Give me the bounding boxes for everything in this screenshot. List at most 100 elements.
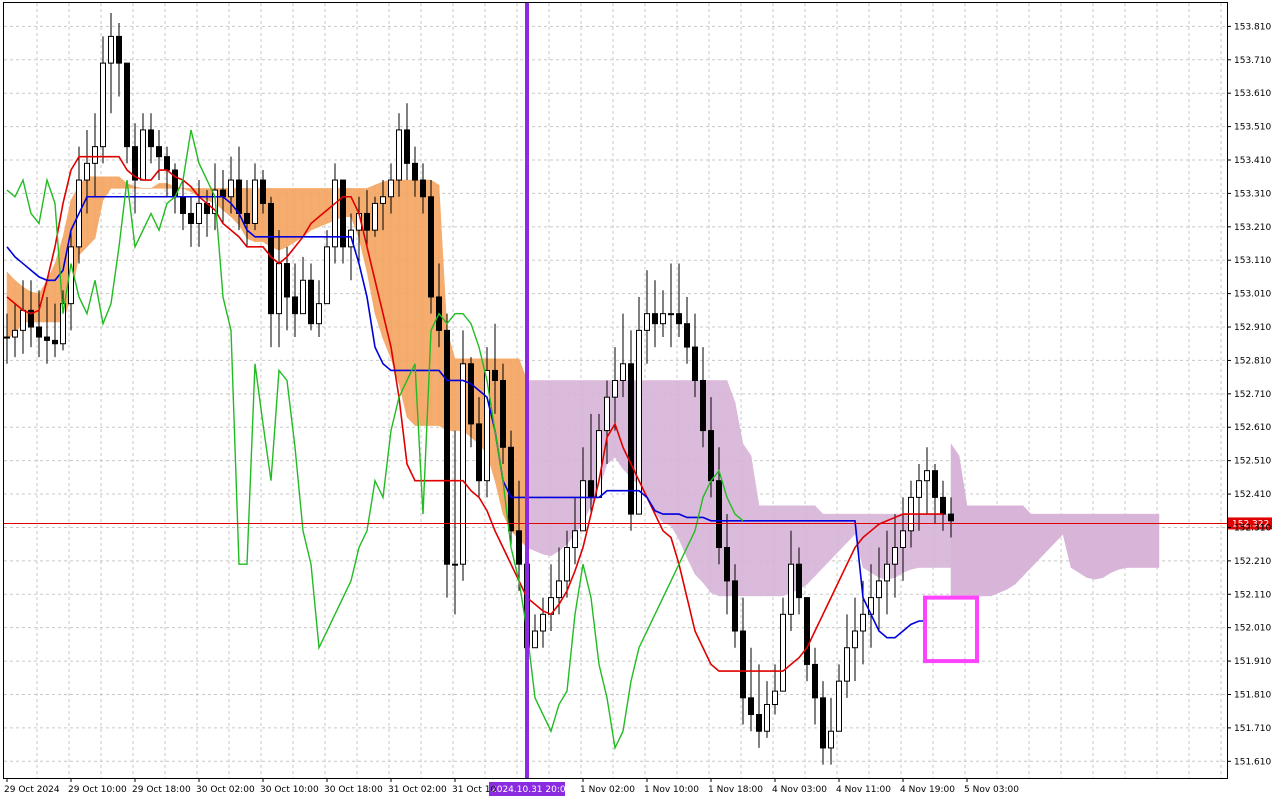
cloud-segment [662,380,672,527]
cloud-future-segment [1110,513,1120,573]
cloud-segment [758,505,768,597]
candle-body [452,563,458,566]
price-tick-label: 151.910 [1234,657,1271,667]
candle-body [812,663,818,699]
candle-body [620,363,626,381]
candle-body [804,597,810,665]
cloud-segment [542,380,552,557]
price-tick-label: 153.310 [1234,189,1271,199]
candle-body [36,326,42,338]
cloud-future-segment [990,505,1000,597]
candle-body [388,179,394,198]
candle-body [852,630,858,649]
candle-body [252,179,258,224]
cloud-segment [558,380,568,552]
cloud-segment [286,188,296,248]
candle-body [532,630,538,649]
candle-body [244,212,250,224]
candle-body [564,547,570,582]
cloud-future-segment [1142,513,1152,568]
cloud-segment [918,513,928,568]
candle-body [924,470,930,482]
cloud-segment [822,513,832,569]
candle-body [20,309,26,331]
candle-body [828,730,834,749]
candlestick-chart[interactable]: 152.3222024.10.31 20:00 153.810153.71015… [0,0,1280,800]
price-tick-label: 153.210 [1234,223,1271,233]
candle-body [668,313,674,316]
price-tick-label: 152.210 [1234,557,1271,567]
time-tick-label: 31 Oct 10 [452,785,496,795]
candle-body [308,279,314,325]
candle-body [700,379,706,432]
candle-body [220,189,226,198]
crosshair-time-label: 2024.10.31 20:00 [491,785,572,795]
price-tick-label: 152.910 [1234,323,1271,333]
candle-body [492,369,498,381]
time-tick-label: 30 Oct 02:00 [196,785,255,795]
candle-body [92,146,98,164]
candle-body [820,697,826,749]
price-tick-label: 153.510 [1234,123,1271,133]
candle-body [884,563,890,582]
candle-body [684,323,690,348]
candle-body [732,580,738,632]
candle-body [628,363,634,515]
candle-body [876,580,882,599]
time-tick-label: 30 Oct 18:00 [324,785,383,795]
cloud-future-segment [1014,505,1024,585]
cloud-segment [774,505,784,597]
price-tick-label: 152.610 [1234,423,1271,433]
candle-body [372,202,378,231]
candle-body [100,62,106,148]
candle-body [52,339,58,345]
cloud-segment [678,380,688,558]
candle-body [844,647,850,682]
price-tick-label: 151.810 [1234,690,1271,700]
candle-body [588,480,594,498]
cloud-segment [310,188,320,231]
candle-body [260,179,266,204]
candle-body [44,336,50,341]
candle-body [276,263,282,315]
candle-body [764,704,770,732]
candle-body [644,313,650,331]
candle-body [196,202,202,224]
candle-body [476,423,482,482]
candle-body [364,212,370,231]
candle-body [836,680,842,732]
cloud-segment [110,176,120,189]
candle-body [572,530,578,549]
candle-body [4,336,10,339]
time-tick-label: 4 Nov 19:00 [900,785,955,795]
cloud-segment [742,443,752,597]
candle-body [468,363,474,425]
cloud-future-segment [1006,505,1016,590]
cloud-segment [550,380,560,557]
cloud-segment [86,176,96,248]
candle-body [148,129,154,148]
price-tick-label: 152.410 [1234,490,1271,500]
price-tick-label: 152.710 [1234,390,1271,400]
price-tick-label: 152.110 [1234,590,1271,600]
candle-body [404,129,410,164]
candle-body [508,446,514,532]
candle-body [324,246,330,305]
candle-body [124,62,130,148]
cloud-segment [814,505,824,577]
candle-body [116,35,122,64]
candle-body [140,129,146,181]
cloud-future-segment [1038,513,1048,560]
candle-body [780,613,786,692]
candle-body [860,613,866,632]
candle-body [180,196,186,214]
candle-body [108,35,114,64]
candle-body [724,547,730,582]
candle-body [556,580,562,599]
price-tick-label: 153.110 [1234,256,1271,266]
candle-body [708,430,714,482]
time-tick-label: 4 Nov 03:00 [772,785,827,795]
candle-body [500,379,506,448]
cloud-segment [926,513,936,568]
cloud-future-segment [966,505,976,597]
